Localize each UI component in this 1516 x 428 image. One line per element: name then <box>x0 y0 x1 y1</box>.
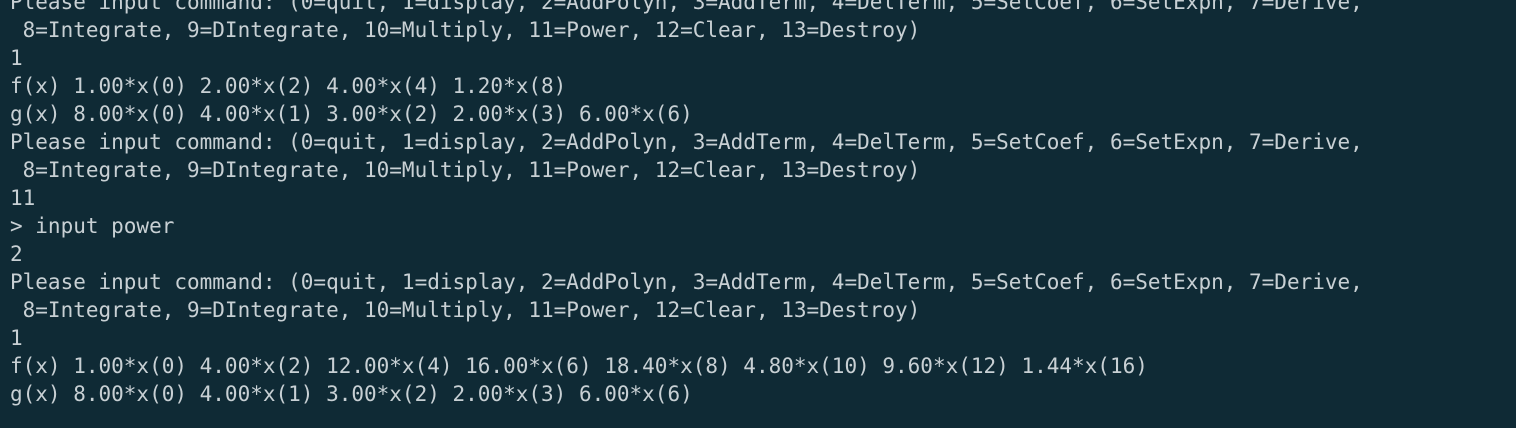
terminal-line: 1 <box>10 46 23 70</box>
terminal-window[interactable]: Please input command: (0=quit, 1=display… <box>0 0 1516 428</box>
terminal-line: 8=Integrate, 9=DIntegrate, 10=Multiply, … <box>10 158 921 182</box>
terminal-line: > input power <box>10 214 175 238</box>
terminal-line: 8=Integrate, 9=DIntegrate, 10=Multiply, … <box>10 298 921 322</box>
terminal-line: 1 <box>10 326 23 350</box>
terminal-line: g(x) 8.00*x(0) 4.00*x(1) 3.00*x(2) 2.00*… <box>10 102 693 126</box>
terminal-line: Please input command: (0=quit, 1=display… <box>10 270 1363 294</box>
terminal-line: Please input command: (0=quit, 1=display… <box>10 130 1363 154</box>
terminal-line: 8=Integrate, 9=DIntegrate, 10=Multiply, … <box>10 18 921 42</box>
terminal-line: 2 <box>10 242 23 266</box>
terminal-line: f(x) 1.00*x(0) 4.00*x(2) 12.00*x(4) 16.0… <box>10 354 1148 378</box>
terminal-output: Please input command: (0=quit, 1=display… <box>10 0 1363 408</box>
terminal-line: g(x) 8.00*x(0) 4.00*x(1) 3.00*x(2) 2.00*… <box>10 382 693 406</box>
terminal-line: 11 <box>10 186 36 210</box>
terminal-line: Please input command: (0=quit, 1=display… <box>10 0 1363 14</box>
terminal-line: f(x) 1.00*x(0) 2.00*x(2) 4.00*x(4) 1.20*… <box>10 74 567 98</box>
